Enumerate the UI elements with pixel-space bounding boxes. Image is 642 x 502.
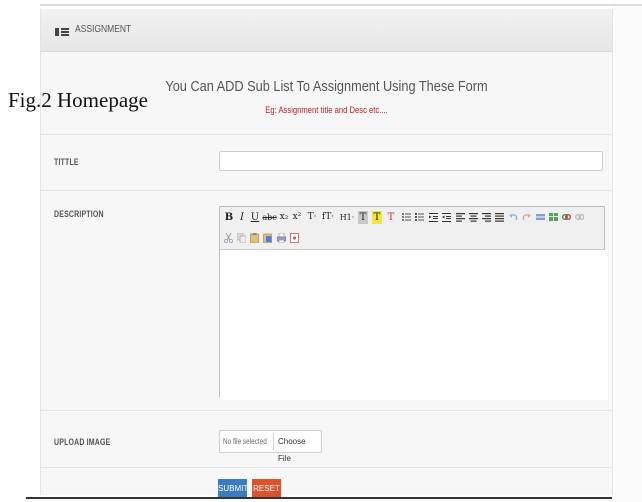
panel-header: ASSIGNMENT — [41, 9, 612, 52]
assignment-panel: ASSIGNMENT You Can ADD Sub List To Assig… — [40, 9, 613, 495]
print-icon[interactable] — [277, 233, 286, 243]
rich-text-editor: B I U abc x₂ x² T· fT· H1· T T T — [219, 206, 608, 400]
editor-toolbar-row-1: B I U abc x₂ x² T· fT· H1· T T T — [220, 207, 604, 229]
horizontal-rule-icon[interactable] — [536, 212, 545, 222]
align-right-icon[interactable] — [482, 212, 491, 222]
paste-icon[interactable] — [250, 233, 259, 243]
bulleted-list-icon[interactable] — [402, 212, 411, 222]
choose-file-button[interactable]: Choose File — [273, 433, 320, 463]
editor-toolbar-row-2 — [220, 228, 604, 250]
bold-button[interactable]: B — [224, 211, 234, 224]
cut-icon[interactable] — [224, 233, 233, 243]
font-size-dropdown[interactable]: fT· — [320, 211, 336, 224]
list-icon — [55, 28, 69, 36]
remove-format-button[interactable]: T — [386, 211, 396, 224]
numbered-list-icon[interactable] — [415, 212, 424, 222]
strikethrough-button[interactable]: abc — [262, 211, 277, 224]
file-status: No file selected — [223, 437, 267, 446]
submit-button[interactable]: SUBMIT — [218, 479, 248, 499]
superscript-button[interactable]: x² — [292, 211, 302, 224]
description-label: DESCRIPTION — [54, 209, 104, 219]
description-textarea[interactable] — [220, 250, 608, 400]
highlight-button[interactable]: T — [372, 211, 382, 224]
indent-icon[interactable] — [429, 212, 438, 222]
title-label: TITTLE — [54, 157, 79, 167]
separator — [41, 134, 612, 135]
title-input[interactable] — [219, 151, 603, 171]
align-justify-icon[interactable] — [495, 212, 504, 222]
table-icon[interactable] — [549, 212, 558, 222]
file-input[interactable]: No file selected Choose File — [219, 430, 322, 463]
align-center-icon[interactable] — [469, 212, 478, 222]
subscript-button[interactable]: x₂ — [279, 211, 289, 224]
text-color-button[interactable]: T — [358, 211, 368, 224]
paste-from-word-icon[interactable] — [263, 233, 272, 243]
copy-icon[interactable] — [237, 233, 246, 243]
source-code-icon[interactable] — [290, 233, 299, 243]
font-style-dropdown[interactable]: T· — [306, 211, 318, 224]
upload-image-label: UPLOAD IMAGE — [54, 437, 111, 447]
figure-caption: Fig.2 Homepage — [8, 88, 148, 112]
heading-dropdown[interactable]: H1· — [338, 211, 356, 224]
align-left-icon[interactable] — [456, 212, 465, 222]
unlink-icon[interactable] — [575, 212, 584, 222]
italic-button[interactable]: I — [237, 211, 247, 224]
separator — [41, 467, 612, 468]
underline-button[interactable]: U — [250, 211, 260, 224]
reset-button[interactable]: RESET — [252, 479, 281, 499]
link-icon[interactable] — [562, 212, 571, 222]
separator — [41, 410, 612, 411]
panel-title: ASSIGNMENT — [75, 24, 132, 35]
form-title: You Can ADD Sub List To Assignment Using… — [165, 78, 488, 95]
right-gutter — [612, 6, 642, 502]
form-subtitle: Eg: Assignment title and Desc etc.... — [265, 105, 388, 115]
top-divider — [40, 4, 642, 6]
bottom-divider — [26, 497, 612, 499]
undo-icon[interactable] — [509, 212, 518, 222]
separator — [41, 190, 612, 191]
outdent-icon[interactable] — [442, 212, 451, 222]
redo-icon[interactable] — [522, 212, 531, 222]
